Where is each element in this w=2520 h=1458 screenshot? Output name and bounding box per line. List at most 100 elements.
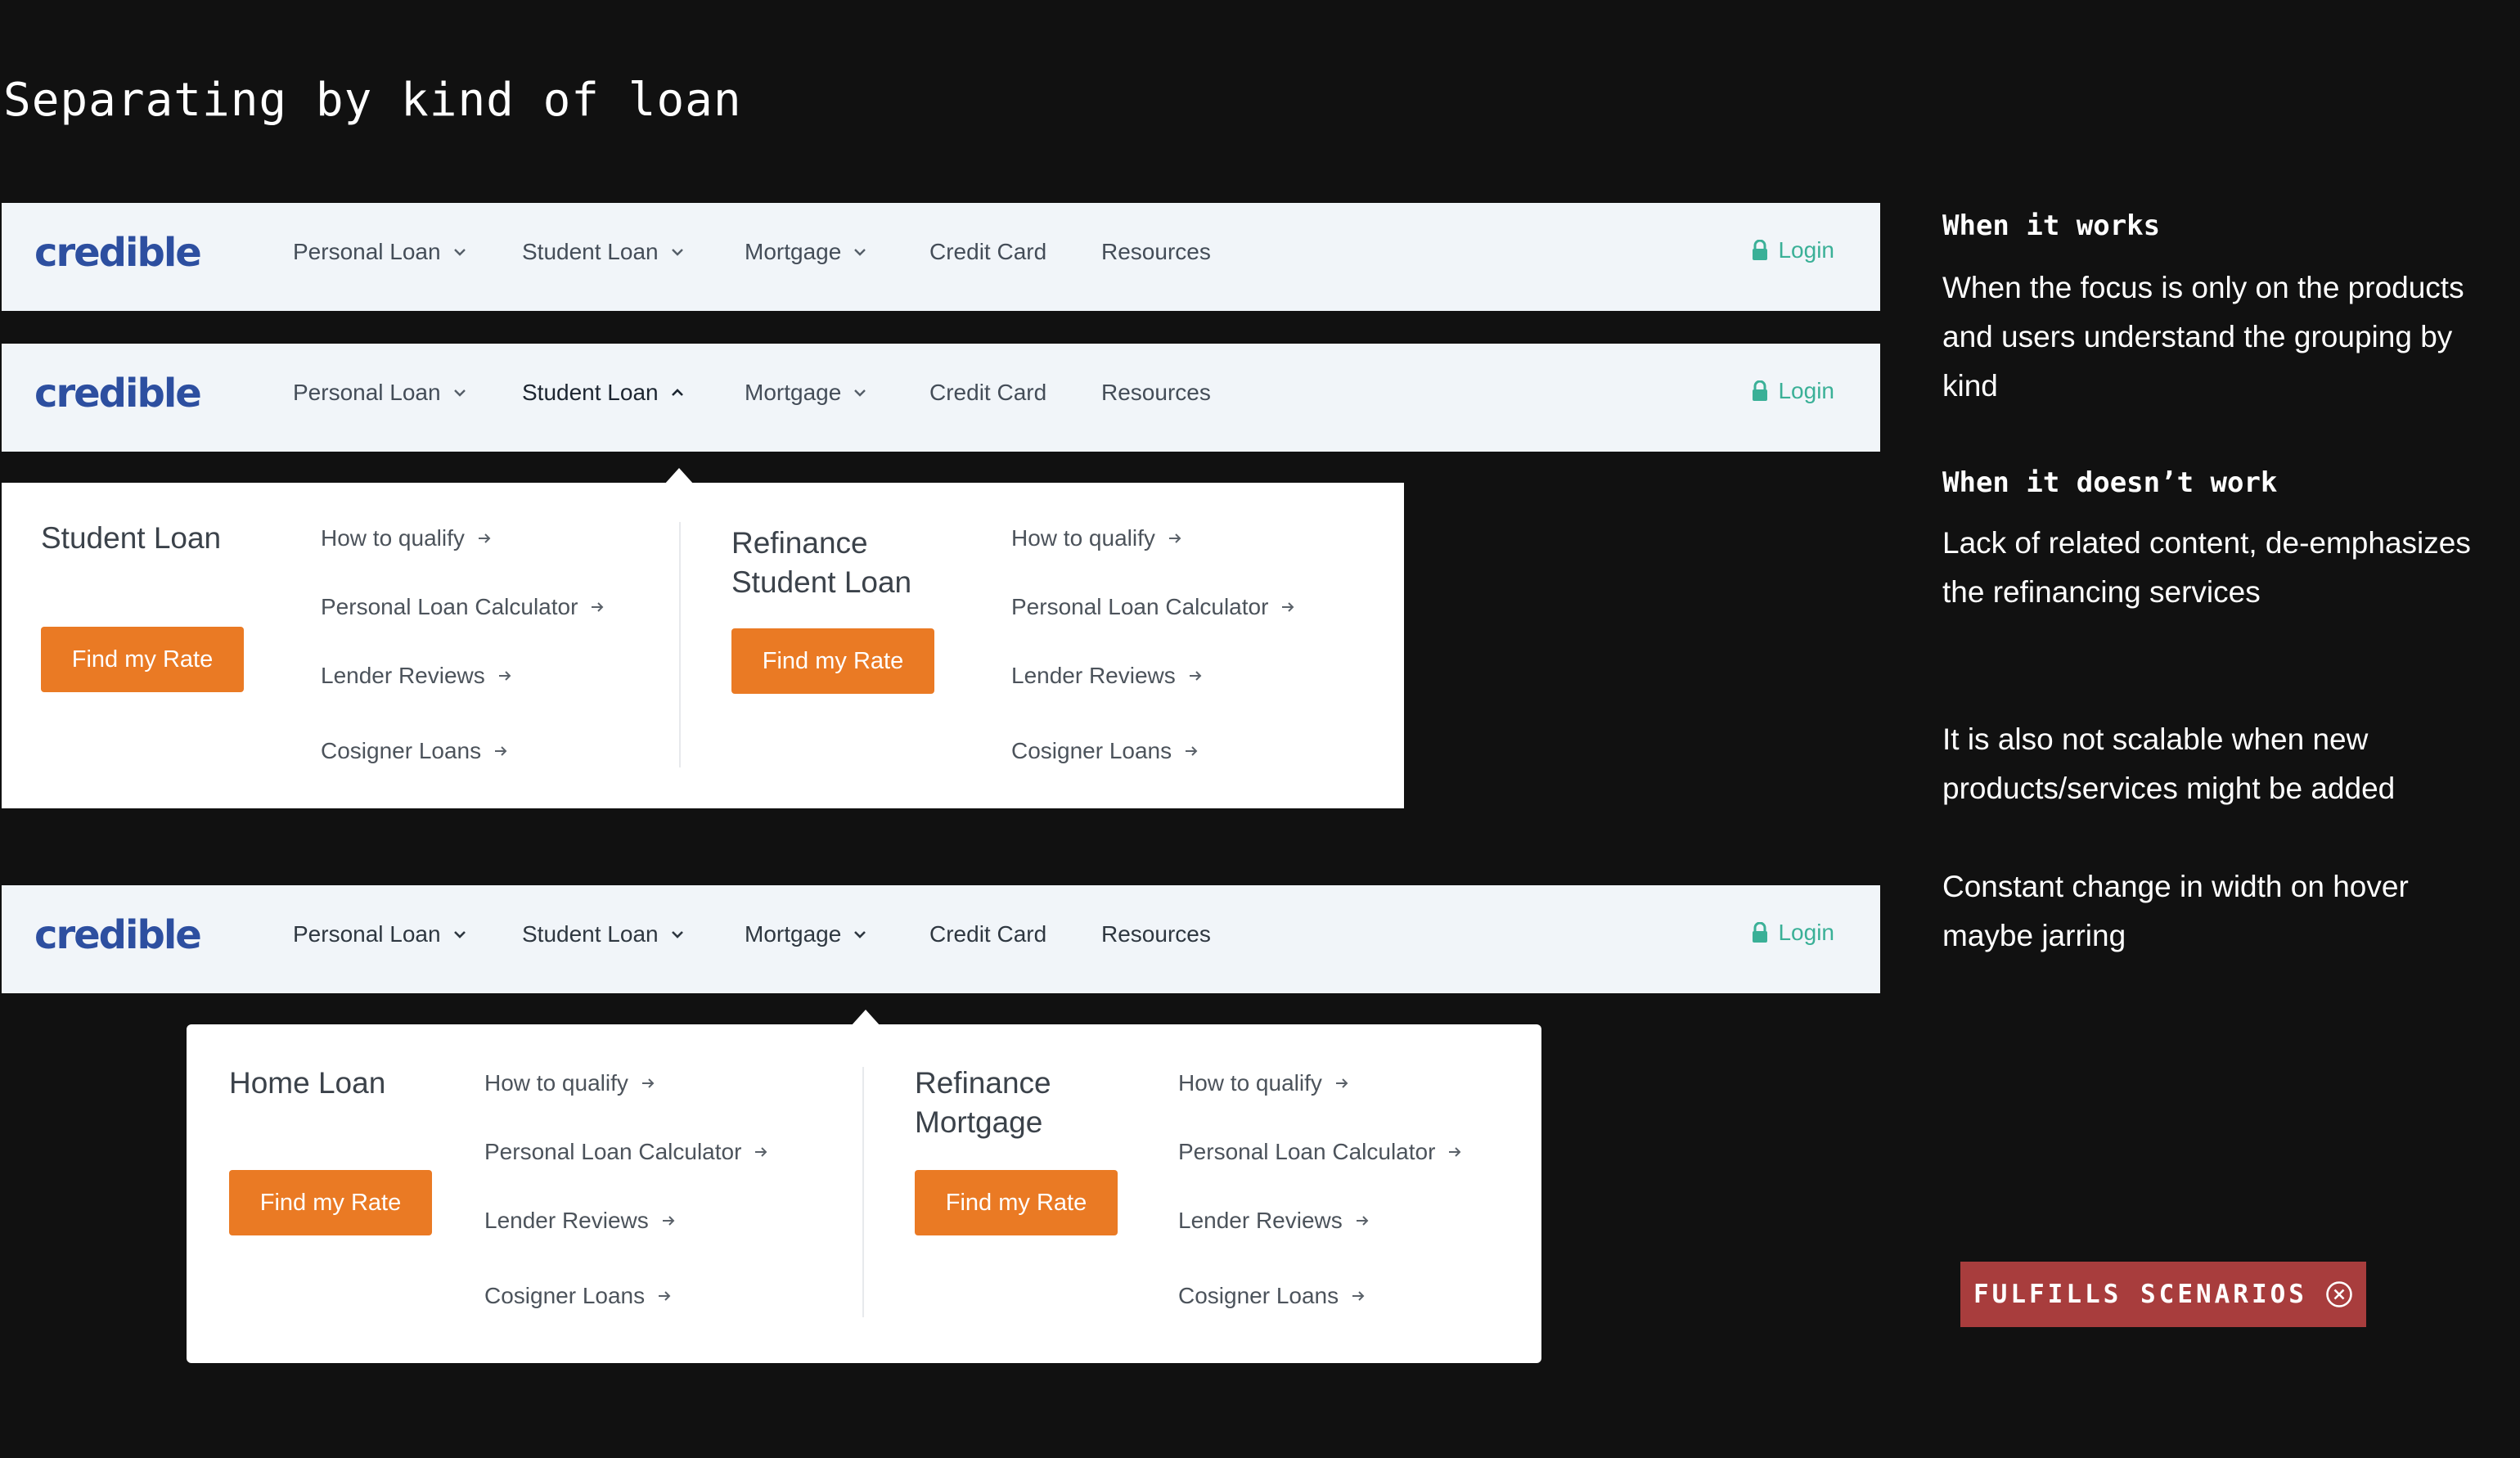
nav-label: Mortgage — [745, 239, 842, 264]
link-how-to-qualify[interactable]: How to qualify — [1178, 1070, 1350, 1096]
lock-icon — [1752, 240, 1768, 261]
navbar-default: credible Personal Loan Student Loan Mort… — [2, 203, 1880, 311]
link-label: Cosigner Loans — [1178, 1283, 1339, 1308]
link-label: Personal Loan Calculator — [1178, 1139, 1436, 1164]
nav-label: Resources — [1101, 921, 1211, 947]
nav-credit-card[interactable]: Credit Card — [929, 921, 1046, 947]
dropdown-caret — [851, 1010, 880, 1026]
nav-credit-card[interactable]: Credit Card — [929, 239, 1046, 265]
link-personal-loan-calculator[interactable]: Personal Loan Calculator — [484, 1139, 769, 1165]
arrow-right-icon — [656, 1288, 673, 1304]
link-lender-reviews[interactable]: Lender Reviews — [1011, 663, 1204, 689]
nav-personal-loan[interactable]: Personal Loan — [293, 921, 467, 947]
nav-label: Student Loan — [522, 239, 659, 264]
chevron-down-icon — [853, 927, 867, 942]
nav-label: Resources — [1101, 239, 1211, 264]
link-cosigner-loans[interactable]: Cosigner Loans — [1178, 1283, 1366, 1309]
nav-label: Credit Card — [929, 239, 1047, 264]
link-personal-loan-calculator[interactable]: Personal Loan Calculator — [1178, 1139, 1463, 1165]
link-label: Personal Loan Calculator — [1011, 594, 1269, 619]
nav-resources[interactable]: Resources — [1101, 921, 1211, 947]
when-it-doesnt-work-heading: When it doesn’t work — [1942, 466, 2278, 499]
arrow-right-icon — [476, 530, 493, 547]
arrow-right-icon — [660, 1213, 677, 1229]
group-title: Home Loan — [229, 1066, 386, 1100]
link-label: How to qualify — [484, 1070, 628, 1096]
link-lender-reviews[interactable]: Lender Reviews — [321, 663, 513, 689]
link-label: Cosigner Loans — [484, 1283, 646, 1308]
link-label: Cosigner Loans — [321, 738, 482, 763]
link-cosigner-loans[interactable]: Cosigner Loans — [484, 1283, 673, 1309]
login-label: Login — [1778, 378, 1834, 403]
arrow-right-icon — [1354, 1213, 1370, 1229]
link-label: Lender Reviews — [321, 663, 485, 688]
nav-label: Personal Loan — [293, 380, 441, 405]
link-how-to-qualify[interactable]: How to qualify — [321, 525, 493, 551]
chevron-down-icon — [853, 245, 867, 259]
chevron-down-icon — [853, 385, 867, 400]
nav-mortgage[interactable]: Mortgage — [745, 380, 867, 406]
link-label: Cosigner Loans — [1011, 738, 1172, 763]
link-personal-loan-calculator[interactable]: Personal Loan Calculator — [321, 594, 605, 620]
chevron-down-icon — [452, 927, 467, 942]
credible-logo[interactable]: credible — [34, 230, 202, 276]
column-divider — [862, 1067, 864, 1317]
link-label: How to qualify — [1011, 525, 1155, 551]
link-label: Personal Loan Calculator — [484, 1139, 742, 1164]
arrow-right-icon — [497, 668, 513, 684]
nav-student-loan[interactable]: Student Loan — [522, 239, 685, 265]
group-title: Student Loan — [41, 521, 222, 555]
nav-label: Personal Loan — [293, 239, 441, 264]
find-my-rate-button[interactable]: Find my Rate — [229, 1170, 432, 1235]
nav-resources[interactable]: Resources — [1101, 239, 1211, 265]
nav-mortgage[interactable]: Mortgage — [745, 239, 867, 265]
arrow-right-icon — [1280, 599, 1296, 615]
chevron-down-icon — [452, 245, 467, 259]
nav-label: Mortgage — [745, 921, 842, 947]
circle-x-icon — [2325, 1280, 2353, 1308]
link-label: Lender Reviews — [484, 1208, 649, 1233]
nav-personal-loan[interactable]: Personal Loan — [293, 239, 467, 265]
nav-student-loan[interactable]: Student Loan — [522, 921, 685, 947]
nav-label: Resources — [1101, 380, 1211, 405]
nav-student-loan-active[interactable]: Student Loan — [522, 380, 685, 406]
nav-personal-loan[interactable]: Personal Loan — [293, 380, 467, 406]
when-it-works-heading: When it works — [1942, 209, 2161, 242]
navbar-mortgage-open: credible Personal Loan Student Loan Mort… — [2, 885, 1880, 993]
login-label: Login — [1778, 237, 1834, 263]
find-my-rate-button[interactable]: Find my Rate — [41, 627, 244, 692]
login-link[interactable]: Login — [1752, 378, 1834, 404]
arrow-right-icon — [589, 599, 605, 615]
find-my-rate-button[interactable]: Find my Rate — [731, 628, 934, 694]
navbar-student-open: credible Personal Loan Student Loan Mort… — [2, 344, 1880, 452]
dropdown-caret — [664, 468, 694, 484]
login-link[interactable]: Login — [1752, 920, 1834, 946]
link-label: Lender Reviews — [1178, 1208, 1343, 1233]
link-lender-reviews[interactable]: Lender Reviews — [1178, 1208, 1370, 1234]
nav-mortgage-active[interactable]: Mortgage — [745, 921, 867, 947]
fulfills-scenarios-badge[interactable]: FULFILLS SCENARIOS — [1960, 1262, 2366, 1327]
doesnt-work-point: It is also not scalable when new product… — [1942, 722, 2396, 805]
credible-logo[interactable]: credible — [34, 912, 202, 958]
arrow-right-icon — [1187, 668, 1204, 684]
link-cosigner-loans[interactable]: Cosigner Loans — [1011, 738, 1199, 764]
link-how-to-qualify[interactable]: How to qualify — [1011, 525, 1183, 551]
nav-credit-card[interactable]: Credit Card — [929, 380, 1046, 406]
nav-label: Credit Card — [929, 921, 1047, 947]
arrow-right-icon — [493, 743, 509, 759]
arrow-right-icon — [1167, 530, 1183, 547]
nav-label: Credit Card — [929, 380, 1047, 405]
find-my-rate-button[interactable]: Find my Rate — [915, 1170, 1118, 1235]
link-how-to-qualify[interactable]: How to qualify — [484, 1070, 656, 1096]
link-lender-reviews[interactable]: Lender Reviews — [484, 1208, 677, 1234]
arrow-right-icon — [1350, 1288, 1366, 1304]
lock-icon — [1752, 922, 1768, 943]
credible-logo[interactable]: credible — [34, 371, 202, 416]
nav-resources[interactable]: Resources — [1101, 380, 1211, 406]
chevron-down-icon — [670, 927, 685, 942]
login-link[interactable]: Login — [1752, 237, 1834, 263]
link-cosigner-loans[interactable]: Cosigner Loans — [321, 738, 509, 764]
group-title: Refinance Student Loan — [731, 526, 912, 599]
group-title: Refinance Mortgage — [915, 1066, 1051, 1139]
link-personal-loan-calculator[interactable]: Personal Loan Calculator — [1011, 594, 1296, 620]
